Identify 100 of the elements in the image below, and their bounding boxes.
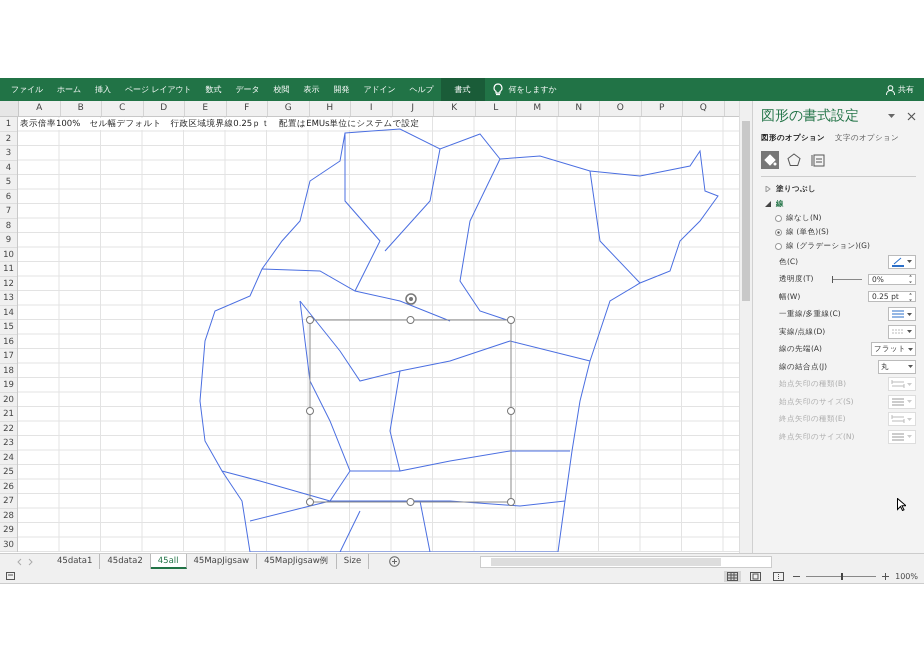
caret-icon bbox=[907, 330, 912, 334]
row-header[interactable]: 26 bbox=[0, 480, 17, 494]
sheet-tab[interactable]: 45all bbox=[150, 554, 186, 569]
caret-icon bbox=[908, 365, 913, 368]
add-sheet-icon[interactable] bbox=[389, 556, 400, 567]
ribbon-tab[interactable]: 挿入 bbox=[88, 78, 118, 101]
column-header[interactable]: P bbox=[642, 101, 683, 116]
row-header[interactable]: 4 bbox=[0, 160, 17, 175]
row-header[interactable]: 11 bbox=[0, 262, 17, 276]
caret-icon bbox=[907, 400, 912, 404]
ribbon-tab[interactable]: 開発 bbox=[326, 78, 357, 101]
row-header[interactable]: 1 bbox=[0, 117, 17, 132]
row-header[interactable]: 18 bbox=[0, 364, 17, 378]
column-header[interactable]: A bbox=[19, 101, 60, 116]
row-header[interactable]: 3 bbox=[0, 146, 17, 160]
ribbon-tab[interactable]: ヘルプ bbox=[402, 78, 441, 101]
column-header[interactable]: D bbox=[144, 101, 185, 116]
column-header[interactable]: N bbox=[558, 101, 600, 116]
line-style-button[interactable] bbox=[888, 307, 916, 322]
ribbon-tab[interactable]: データ bbox=[228, 78, 267, 101]
row-header[interactable]: 10 bbox=[0, 248, 17, 262]
row-header[interactable]: 27 bbox=[0, 494, 17, 508]
column-header[interactable]: G bbox=[268, 101, 310, 116]
row-header[interactable]: 19 bbox=[0, 378, 17, 392]
page-layout-view-icon bbox=[750, 572, 762, 580]
ribbon-tab[interactable]: ホーム bbox=[50, 78, 88, 101]
column-header[interactable]: O bbox=[600, 101, 642, 116]
selection-frame[interactable] bbox=[306, 316, 515, 506]
radio-button[interactable] bbox=[775, 242, 782, 250]
expanded-triangle-icon[interactable] bbox=[765, 200, 771, 206]
row-header[interactable]: 2 bbox=[0, 132, 17, 146]
column-header[interactable]: M bbox=[517, 101, 558, 116]
paint-bucket-icon bbox=[763, 153, 777, 167]
caret-icon bbox=[907, 312, 912, 316]
column-header[interactable]: E bbox=[185, 101, 226, 116]
ribbon-tab[interactable]: ページ レイアウト bbox=[118, 78, 199, 101]
icon-tab[interactable] bbox=[785, 151, 803, 169]
radio-button[interactable] bbox=[775, 228, 782, 236]
row-header[interactable]: 21 bbox=[0, 407, 17, 422]
column-header[interactable]: K bbox=[434, 101, 476, 116]
arrow-type-icon bbox=[891, 379, 905, 390]
caret-icon bbox=[907, 260, 912, 264]
arrow-size-icon bbox=[891, 432, 905, 442]
color-picker-button[interactable] bbox=[888, 254, 916, 269]
close-icon[interactable] bbox=[907, 112, 916, 120]
row-header[interactable]: 24 bbox=[0, 450, 17, 465]
ribbon-tab[interactable]: 表示 bbox=[296, 78, 327, 101]
view-button[interactable] bbox=[724, 570, 742, 582]
collapsed-triangle-icon[interactable] bbox=[765, 186, 771, 192]
caret-icon bbox=[907, 382, 912, 386]
row-header[interactable]: 29 bbox=[0, 523, 17, 538]
cell-text: 表示倍率100% セル幅デフォルト 行政区域境界線0.25ｐｔ 配置はEMUs単位にシステムで設定 bbox=[20, 118, 420, 130]
ribbon-tab[interactable]: 書式 bbox=[440, 78, 485, 101]
column-header[interactable]: I bbox=[351, 101, 392, 116]
horizontal-scrollbar[interactable] bbox=[480, 556, 772, 568]
column-header[interactable]: F bbox=[226, 101, 268, 116]
zoom-in-icon[interactable] bbox=[882, 572, 890, 580]
ribbon-tab[interactable]: 校閲 bbox=[266, 78, 297, 101]
row-header[interactable]: 17 bbox=[0, 349, 17, 364]
row-header[interactable]: 5 bbox=[0, 175, 17, 190]
row-header[interactable]: 13 bbox=[0, 291, 17, 306]
column-header[interactable]: H bbox=[310, 101, 351, 116]
caret-icon bbox=[907, 435, 912, 438]
vertical-scrollbar[interactable] bbox=[739, 101, 752, 553]
macro-record-icon[interactable] bbox=[6, 572, 15, 580]
rotate-handle-icon[interactable] bbox=[405, 293, 417, 305]
dropdown-arrow-icon[interactable] bbox=[888, 114, 895, 118]
row-header[interactable]: 8 bbox=[0, 218, 17, 233]
row-header[interactable]: 28 bbox=[0, 508, 17, 523]
row-header[interactable]: 9 bbox=[0, 233, 17, 248]
row-header[interactable]: 22 bbox=[0, 422, 17, 436]
size-layout-icon bbox=[811, 153, 825, 167]
icon-tab[interactable] bbox=[761, 151, 779, 169]
row-header[interactable]: 16 bbox=[0, 334, 17, 349]
column-header[interactable]: L bbox=[476, 101, 517, 116]
grid-view-icon bbox=[727, 572, 738, 580]
ribbon-tab[interactable]: 数式 bbox=[198, 78, 229, 101]
row-header[interactable]: 14 bbox=[0, 306, 17, 320]
lightbulb-icon bbox=[492, 83, 503, 96]
zoom-level[interactable]: 100% bbox=[895, 572, 918, 580]
row-header[interactable]: 15 bbox=[0, 320, 17, 334]
pentagon-icon bbox=[787, 153, 801, 167]
share-button[interactable]: 共有 bbox=[886, 84, 924, 95]
row-header[interactable]: 6 bbox=[0, 190, 17, 204]
column-header[interactable]: B bbox=[60, 101, 102, 116]
person-icon bbox=[886, 84, 895, 94]
column-header[interactable]: C bbox=[102, 101, 144, 116]
ribbon-tab[interactable]: ファイル bbox=[4, 78, 50, 101]
line-style-icon bbox=[891, 309, 905, 320]
row-header[interactable]: 30 bbox=[0, 538, 17, 552]
tell-me-field[interactable]: 何をしますか bbox=[508, 84, 557, 95]
ribbon-tab[interactable]: アドイン bbox=[356, 78, 403, 101]
row-header[interactable]: 12 bbox=[0, 276, 17, 291]
row-header[interactable]: 20 bbox=[0, 392, 17, 407]
row-header[interactable]: 25 bbox=[0, 465, 17, 480]
radio-button[interactable] bbox=[775, 214, 782, 222]
row-header[interactable]: 7 bbox=[0, 204, 17, 218]
column-header[interactable]: J bbox=[392, 101, 434, 116]
row-header[interactable]: 23 bbox=[0, 436, 17, 450]
column-header[interactable]: Q bbox=[683, 101, 724, 116]
